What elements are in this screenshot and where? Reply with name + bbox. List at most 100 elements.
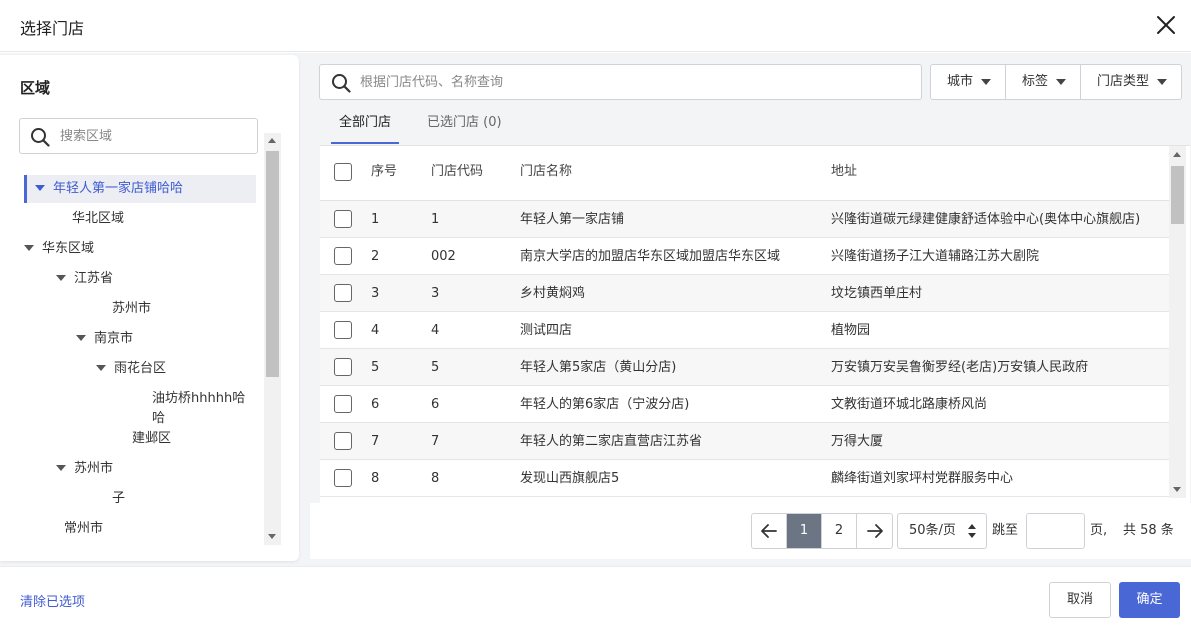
cell-name: 乡村黄焖鸡 — [520, 286, 586, 301]
tag-filter-dropdown[interactable]: 标签 — [1006, 65, 1082, 99]
tree-node[interactable]: 子 — [112, 485, 125, 513]
caret-down-icon[interactable] — [56, 274, 66, 281]
row-checkbox[interactable] — [334, 432, 352, 450]
row-checkbox[interactable] — [334, 321, 352, 339]
region-search-box — [19, 118, 258, 154]
row-checkbox[interactable] — [334, 358, 352, 376]
pagination: 1 2 — [751, 513, 893, 549]
filter-label: 门店类型 — [1097, 74, 1150, 89]
row-checkbox[interactable] — [334, 284, 352, 302]
page-button-1[interactable]: 1 — [787, 514, 822, 548]
close-icon[interactable] — [1153, 12, 1179, 38]
tree-node[interactable]: 建邺区 — [132, 425, 171, 453]
region-search-input[interactable] — [60, 119, 250, 153]
scrollbar-thumb[interactable] — [266, 151, 279, 377]
cancel-button[interactable]: 取消 — [1049, 582, 1111, 618]
confirm-button[interactable]: 确定 — [1119, 582, 1180, 618]
tree-node-label: 华东区域 — [42, 241, 95, 256]
cell-index: 6 — [371, 397, 380, 412]
tree-node-label: 子 — [112, 491, 126, 506]
region-panel: 区域 年轻人第一家店铺哈哈华北区域华东区域江苏省苏州市南京市雨花台区油坊桥hhh… — [0, 55, 299, 561]
tree-node[interactable]: 华北区域 — [72, 205, 124, 233]
table-header-row: 序号 门店代码 门店名称 地址 — [320, 146, 1170, 201]
caret-down-icon — [1056, 78, 1067, 85]
tree-node[interactable]: 苏州市 — [56, 455, 113, 483]
search-icon — [31, 128, 50, 147]
dialog-title: 选择门店 — [20, 19, 85, 38]
scroll-up-icon[interactable] — [1173, 152, 1181, 157]
tree-node[interactable]: 油坊桥hhhhh哈哈 — [152, 389, 252, 429]
scroll-up-icon[interactable] — [268, 138, 276, 143]
tab-selected-stores[interactable]: 已选门店 (0) — [419, 108, 510, 144]
caret-down-icon[interactable] — [24, 244, 34, 251]
store-type-filter-dropdown[interactable]: 门店类型 — [1081, 65, 1181, 99]
table-row[interactable]: 8 8 发现山西旗舰店5 麟绛街道刘家坪村党群服务中心 — [320, 460, 1170, 497]
scroll-down-icon[interactable] — [1173, 487, 1181, 492]
tree-node-label: 年轻人第一家店铺哈哈 — [53, 181, 184, 196]
jump-page-input[interactable] — [1026, 513, 1085, 549]
caret-down-icon — [981, 78, 992, 85]
caret-down-icon — [1157, 78, 1168, 85]
row-checkbox[interactable] — [334, 395, 352, 413]
column-header-name: 门店名称 — [520, 164, 573, 179]
store-table: 序号 门店代码 门店名称 地址 1 1 年轻人第一家店铺 兴隆街道碳元绿建健康舒适体验… — [320, 145, 1190, 503]
table-row[interactable]: 4 4 测试四店 植物园 — [320, 312, 1170, 349]
cell-code: 4 — [431, 323, 440, 338]
select-all-checkbox[interactable] — [334, 163, 352, 181]
caret-down-icon[interactable] — [35, 184, 45, 191]
cell-address: 兴隆街道扬子江大道辅路江苏大剧院 — [831, 249, 1040, 264]
caret-down-icon[interactable] — [76, 334, 86, 341]
search-icon — [332, 74, 351, 93]
tree-node[interactable]: 江苏省 — [56, 265, 113, 293]
caret-down-icon[interactable] — [96, 364, 106, 371]
table-row[interactable]: 7 7 年轻人的第二家店直营店江苏省 万得大厦 — [320, 423, 1170, 460]
prev-page-button[interactable] — [752, 514, 787, 548]
table-row[interactable]: 5 5 年轻人第5家店（黄山分店) 万安镇万安吴鲁衡罗经(老店)万安镇人民政府 — [320, 349, 1170, 386]
row-checkbox[interactable] — [334, 210, 352, 228]
column-header-address: 地址 — [831, 164, 858, 179]
tree-node[interactable]: 南京市 — [76, 325, 133, 353]
table-row[interactable]: 3 3 乡村黄焖鸡 坟圪镇西单庄村 — [320, 275, 1170, 312]
cell-address: 文教街道环城北路康桥风尚 — [831, 397, 988, 412]
city-filter-dropdown[interactable]: 城市 — [931, 65, 1007, 99]
scroll-down-icon[interactable] — [268, 534, 276, 539]
table-scrollbar[interactable] — [1169, 146, 1186, 498]
page-size-value: 50条/页 — [909, 523, 956, 538]
tree-node[interactable]: 常州市 — [64, 515, 103, 543]
arrow-left-icon — [761, 524, 777, 538]
cell-index: 1 — [371, 212, 380, 227]
tab-all-stores[interactable]: 全部门店 — [331, 108, 400, 144]
cell-code: 1 — [431, 212, 440, 227]
tree-node[interactable]: 雨花台区 — [96, 355, 166, 383]
filter-label: 城市 — [947, 74, 974, 89]
page-button-2[interactable]: 2 — [822, 514, 857, 548]
next-page-button[interactable] — [857, 514, 892, 548]
cell-address: 植物园 — [831, 323, 871, 338]
table-row[interactable]: 1 1 年轻人第一家店铺 兴隆街道碳元绿建健康舒适体验中心(奥体中心旗舰店) — [320, 201, 1170, 238]
tree-node-label: 南京市 — [94, 331, 134, 346]
cell-index: 2 — [371, 249, 380, 264]
table-row[interactable]: 6 6 年轻人的第6家店（宁波分店) 文教街道环城北路康桥风尚 — [320, 386, 1170, 423]
row-checkbox[interactable] — [334, 469, 352, 487]
store-search-box — [319, 64, 922, 100]
tree-node-label: 苏州市 — [112, 301, 152, 316]
cell-index: 3 — [371, 286, 380, 301]
caret-down-icon[interactable] — [56, 464, 66, 471]
region-tree-scrollbar[interactable] — [264, 133, 281, 545]
cell-name: 南京大学店的加盟店华东区域加盟店华东区域 — [520, 249, 781, 264]
cell-name: 年轻人第5家店（黄山分店) — [520, 360, 677, 375]
tree-node[interactable]: 年轻人第一家店铺哈哈 — [24, 175, 256, 203]
tree-node[interactable]: 华东区域 — [24, 235, 94, 263]
cell-code: 6 — [431, 397, 440, 412]
cell-address: 万安镇万安吴鲁衡罗经(老店)万安镇人民政府 — [831, 360, 1089, 375]
clear-selection-link[interactable]: 清除已选项 — [20, 591, 85, 610]
store-search-input[interactable] — [360, 65, 910, 99]
tree-node[interactable]: 苏州市 — [112, 295, 151, 323]
cell-code: 8 — [431, 471, 440, 486]
row-checkbox[interactable] — [334, 247, 352, 265]
dialog-header: 选择门店 — [0, 0, 1191, 52]
scrollbar-thumb[interactable] — [1171, 166, 1184, 224]
tree-node-label: 常州市 — [64, 521, 104, 536]
page-size-select[interactable]: 50条/页 — [897, 513, 987, 549]
table-row[interactable]: 2 002 南京大学店的加盟店华东区域加盟店华东区域 兴隆街道扬子江大道辅路江苏大剧院 — [320, 238, 1170, 275]
